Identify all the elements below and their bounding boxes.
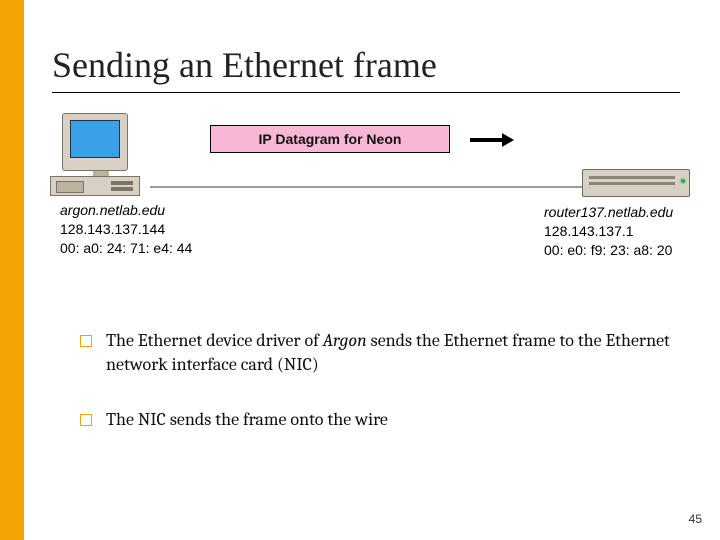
bullet-text-pre: The Ethernet device driver of [106,330,323,351]
ip-datagram-box: IP Datagram for Neon [210,125,450,153]
screen-icon [70,120,120,158]
desktop-unit-icon [50,176,140,196]
arrow-right-icon [470,133,514,147]
router-labels: router137.netlab.edu 128.143.137.1 00: e… [544,203,673,260]
argon-hostname: argon.netlab.edu [60,201,192,220]
page-title: Sending an Ethernet frame [52,44,680,86]
router-mac: 00: e0: f9: 23: a8: 20 [544,241,673,260]
bullet-item: The Ethernet device driver of Argon send… [80,329,670,378]
bullet-item: The NIC sends the frame onto the wire [80,408,670,432]
accent-bar [0,0,24,540]
router-hostname: router137.netlab.edu [544,203,673,222]
title-rule [52,92,680,93]
argon-labels: argon.netlab.edu 128.143.137.144 00: a0:… [60,201,192,258]
network-diagram: argon.netlab.edu 128.143.137.144 00: a0:… [52,119,680,289]
router-ip: 128.143.137.1 [544,222,673,241]
ethernet-wire [150,186,582,188]
argon-mac: 00: a0: 24: 71: e4: 44 [60,239,192,258]
page-number: 45 [689,512,702,526]
router-icon [582,169,690,197]
slide-content: Sending an Ethernet frame argon.netlab.e… [24,0,720,432]
bullet-text: The NIC sends the frame onto the wire [106,409,388,430]
bullet-list: The Ethernet device driver of Argon send… [52,329,680,432]
argon-ip: 128.143.137.144 [60,220,192,239]
bullet-text-italic: Argon [323,330,367,351]
monitor-icon [62,113,128,171]
computer-icon [62,113,140,196]
